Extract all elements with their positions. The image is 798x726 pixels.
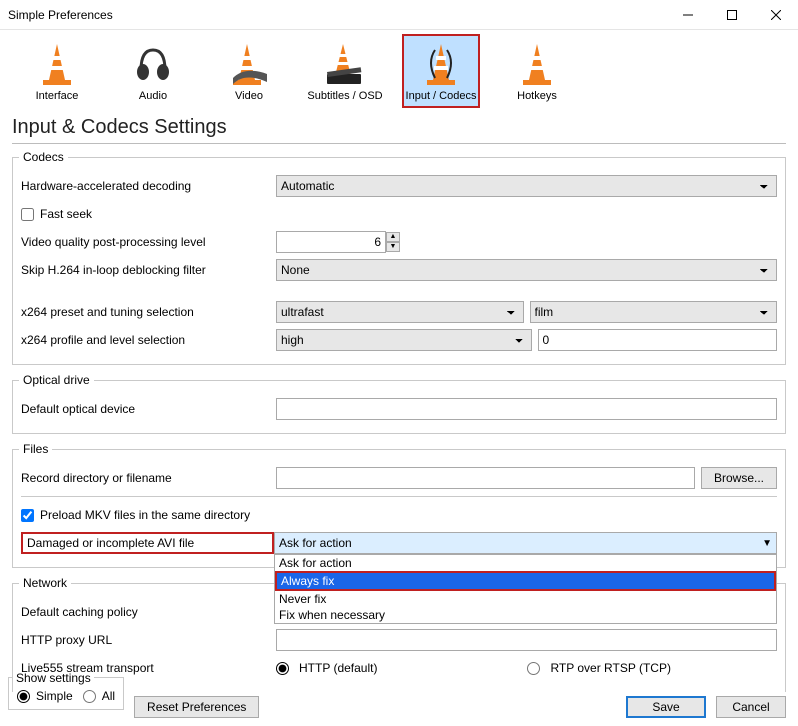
damaged-avi-dropdown[interactable]: Ask for action ▼ Ask for action Always f… <box>274 532 777 554</box>
proxy-label: HTTP proxy URL <box>21 633 276 647</box>
cancel-button[interactable]: Cancel <box>716 696 786 718</box>
settings-content: Codecs Hardware-accelerated decoding Aut… <box>0 150 798 692</box>
divider <box>21 496 777 497</box>
codecs-group: Codecs Hardware-accelerated decoding Aut… <box>12 150 786 365</box>
tab-interface[interactable]: Interface <box>18 34 96 108</box>
damaged-avi-label: Damaged or incomplete AVI file <box>21 532 274 554</box>
damaged-option[interactable]: Fix when necessary <box>275 607 776 623</box>
proxy-input[interactable] <box>276 629 777 651</box>
tab-video[interactable]: Video <box>210 34 288 108</box>
browse-button[interactable]: Browse... <box>701 467 777 489</box>
damaged-option[interactable]: Ask for action <box>275 555 776 571</box>
tab-input-codecs[interactable]: Input / Codecs <box>402 34 480 108</box>
tab-subtitles[interactable]: Subtitles / OSD <box>306 34 384 108</box>
skip-label: Skip H.264 in-loop deblocking filter <box>21 263 276 277</box>
damaged-option[interactable]: Never fix <box>275 591 776 607</box>
tab-label: Video <box>235 90 263 102</box>
headphones-icon <box>129 40 177 88</box>
simple-radio[interactable]: Simple <box>17 689 73 703</box>
codecs-legend: Codecs <box>19 150 68 164</box>
x264-profile-label: x264 profile and level selection <box>21 333 276 347</box>
vq-input[interactable] <box>276 231 386 253</box>
optical-default-select[interactable] <box>276 398 777 420</box>
x264-tune-select[interactable]: film <box>530 301 778 323</box>
optical-legend: Optical drive <box>19 373 94 387</box>
x264-preset-select[interactable]: ultrafast <box>276 301 524 323</box>
cone-clapper-icon <box>321 40 369 88</box>
tab-hotkeys[interactable]: Hotkeys <box>498 34 576 108</box>
tab-label: Audio <box>139 90 167 102</box>
x264-profile-select[interactable]: high <box>276 329 532 351</box>
reset-button[interactable]: Reset Preferences <box>134 696 259 718</box>
damaged-avi-options: Ask for action Always fix Never fix Fix … <box>274 554 777 624</box>
cone-cables-icon <box>417 40 465 88</box>
titlebar: Simple Preferences <box>0 0 798 30</box>
files-group: Files Record directory or filename Brows… <box>12 442 786 568</box>
divider <box>12 143 786 144</box>
chevron-down-icon: ▼ <box>762 538 772 549</box>
minimize-button[interactable] <box>666 0 710 30</box>
show-settings-group: Show settings Simple All <box>8 671 124 710</box>
cone-icon <box>33 40 81 88</box>
tab-label: Hotkeys <box>517 90 557 102</box>
network-legend: Network <box>19 576 71 590</box>
tab-label: Subtitles / OSD <box>307 90 382 102</box>
files-legend: Files <box>19 442 52 456</box>
cone-film-icon <box>225 40 273 88</box>
hw-decode-label: Hardware-accelerated decoding <box>21 179 276 193</box>
tab-label: Input / Codecs <box>406 90 477 102</box>
spin-down-icon[interactable]: ▼ <box>386 242 400 252</box>
hw-decode-select[interactable]: Automatic <box>276 175 777 197</box>
page-title: Input & Codecs Settings <box>0 108 798 143</box>
damaged-option-highlighted[interactable]: Always fix <box>275 571 776 591</box>
optical-default-label: Default optical device <box>21 402 276 416</box>
close-button[interactable] <box>754 0 798 30</box>
maximize-button[interactable] <box>710 0 754 30</box>
all-radio[interactable]: All <box>83 689 115 703</box>
skip-select[interactable]: None <box>276 259 777 281</box>
cone-icon <box>513 40 561 88</box>
save-button[interactable]: Save <box>626 696 706 718</box>
damaged-avi-value: Ask for action <box>279 536 352 550</box>
spin-up-icon[interactable]: ▲ <box>386 232 400 242</box>
window-title: Simple Preferences <box>8 8 666 22</box>
x264-preset-label: x264 preset and tuning selection <box>21 305 276 319</box>
tab-label: Interface <box>36 90 79 102</box>
vq-spinner[interactable]: ▲▼ <box>276 231 400 253</box>
cache-label: Default caching policy <box>21 605 276 619</box>
show-settings-legend: Show settings <box>13 671 94 685</box>
vq-label: Video quality post-processing level <box>21 235 276 249</box>
x264-level-input[interactable] <box>538 329 778 351</box>
record-label: Record directory or filename <box>21 471 276 485</box>
footer: Show settings Simple All Reset Preferenc… <box>8 671 786 718</box>
preload-checkbox[interactable]: Preload MKV files in the same directory <box>21 508 250 522</box>
record-input[interactable] <box>276 467 695 489</box>
fast-seek-checkbox[interactable]: Fast seek <box>21 207 92 221</box>
optical-group: Optical drive Default optical device <box>12 373 786 434</box>
tab-audio[interactable]: Audio <box>114 34 192 108</box>
tab-strip: Interface Audio Video Subtitles / OSD In… <box>0 30 798 108</box>
